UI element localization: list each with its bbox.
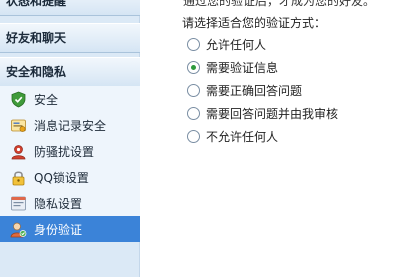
section-security-privacy[interactable]: 安全和隐私 [0, 57, 140, 87]
sidebar-item-qq-lock[interactable]: QQ锁设置 [0, 164, 140, 190]
option-answer-and-review[interactable]: 需要回答问题并由我审核 [187, 103, 338, 123]
option-label: 不允许任何人 [206, 129, 279, 144]
sidebar-item-identity-verify[interactable]: 身份验证 [0, 216, 140, 242]
sidebar-item-label: 消息记录安全 [34, 118, 107, 133]
section-status-reminder[interactable]: 状态和提醒 [0, 0, 140, 16]
radio-button[interactable] [187, 83, 200, 97]
sidebar-item-label: 防骚扰设置 [34, 144, 95, 159]
option-correct-answer[interactable]: 需要正确回答问题 [187, 80, 302, 100]
radio-button[interactable] [187, 37, 200, 51]
option-label: 允许任何人 [206, 37, 267, 52]
option-allow-anyone[interactable]: 允许任何人 [187, 34, 266, 54]
sidebar-item-label: QQ锁设置 [34, 170, 89, 185]
privacy-icon [11, 196, 26, 210]
sidebar-item-message-record[interactable]: 消息记录安全 [0, 112, 140, 138]
sidebar-item-security[interactable]: 安全 [0, 86, 140, 112]
verification-prompt: 请选择适合您的验证方式： [182, 16, 327, 30]
option-require-verify-message[interactable]: 需要验证信息 [187, 57, 278, 77]
verification-description: 通过您的验证后，才成为您的好友。 [183, 0, 376, 8]
shield-icon [11, 91, 26, 107]
section-friends-chat[interactable]: 好友和聊天 [0, 23, 140, 53]
sidebar: 状态和提醒 好友和聊天 安全和隐私 安全 消息记录安全 防骚扰设置 QQ锁设置 … [0, 0, 140, 277]
identity-verification-panel: 通过您的验证后，才成为您的好友。 请选择适合您的验证方式： 允许任何人 需要验证… [141, 0, 406, 277]
sidebar-item-label: 安全 [34, 92, 59, 107]
option-label: 需要验证信息 [206, 60, 279, 75]
security-privacy-list: 安全 消息记录安全 防骚扰设置 QQ锁设置 隐私设置 身份验证 [0, 86, 140, 242]
message-record-icon [11, 119, 26, 132]
anti-harassment-icon [11, 144, 26, 159]
sidebar-item-anti-harassment[interactable]: 防骚扰设置 [0, 138, 140, 164]
sidebar-item-label: 隐私设置 [34, 196, 83, 211]
identity-verify-icon [10, 222, 27, 237]
lock-icon [12, 170, 25, 185]
radio-button[interactable] [187, 129, 200, 143]
radio-button[interactable] [187, 106, 200, 120]
option-label: 需要回答问题并由我审核 [206, 106, 339, 121]
sidebar-item-privacy[interactable]: 隐私设置 [0, 190, 140, 216]
sidebar-item-label: 身份验证 [34, 222, 83, 237]
radio-button-selected[interactable] [187, 60, 200, 74]
option-label: 需要正确回答问题 [206, 83, 303, 98]
option-disallow-anyone[interactable]: 不允许任何人 [187, 126, 278, 146]
